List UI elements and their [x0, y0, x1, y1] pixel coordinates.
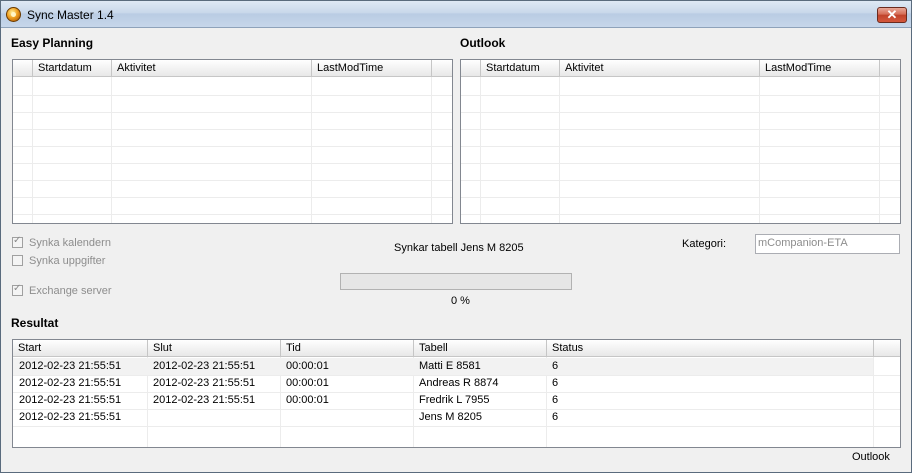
cell-tabell: Jens M 8205	[419, 411, 482, 423]
cell-start: 2012-02-23 21:55:51	[19, 377, 122, 389]
grid-line	[461, 163, 900, 164]
outlook-grid-header: Startdatum Aktivitet LastModTime	[461, 60, 900, 77]
cell-start: 2012-02-23 21:55:51	[19, 360, 122, 372]
footer-status-outlook: Outlook	[852, 451, 890, 463]
exchange-server-label: Exchange server	[29, 285, 112, 297]
title-bar[interactable]: Sync Master 1.4 ✕	[1, 1, 911, 28]
column-header-filler	[432, 60, 452, 77]
column-header-filler	[880, 60, 900, 77]
table-row[interactable]: 2012-02-23 21:55:51 2012-02-23 21:55:51 …	[13, 375, 873, 392]
grid-line	[13, 146, 452, 147]
grid-line	[13, 112, 452, 113]
resultat-grid-header: Start Slut Tid Tabell Status	[13, 340, 900, 357]
synka-kalendern-label: Synka kalendern	[29, 237, 111, 249]
grid-line	[13, 163, 452, 164]
checkmark-icon: ✓	[13, 283, 22, 294]
sync-status-text: Synkar tabell Jens M 8205	[394, 242, 524, 254]
grid-line	[559, 77, 560, 223]
cell-tid	[280, 409, 413, 426]
exchange-server-checkbox[interactable]: ✓	[12, 283, 23, 296]
easy-planning-title: Easy Planning	[11, 36, 94, 50]
grid-line	[13, 426, 900, 427]
grid-line	[480, 77, 481, 223]
resultat-title: Resultat	[11, 316, 59, 330]
synka-uppgifter-checkbox[interactable]: ✓	[12, 255, 23, 266]
column-header-start[interactable]: Start	[13, 340, 148, 357]
grid-line	[32, 77, 33, 223]
column-header-tid[interactable]: Tid	[281, 340, 414, 357]
cell-tid: 00:00:01	[286, 394, 329, 406]
easy-planning-grid[interactable]: Startdatum Aktivitet LastModTime	[12, 59, 453, 224]
grid-line	[13, 197, 452, 198]
grid-line	[461, 197, 900, 198]
column-header-slut[interactable]: Slut	[148, 340, 281, 357]
sync-master-window: Sync Master 1.4 ✕ Easy Planning Startdat…	[0, 0, 912, 473]
cell-status: 6	[552, 360, 559, 372]
grid-line	[111, 77, 112, 223]
sync-progress-bar	[340, 273, 572, 290]
column-header-aktivitet[interactable]: Aktivitet	[112, 60, 312, 77]
column-header-selector[interactable]	[461, 60, 481, 77]
column-header-lastmodtime[interactable]: LastModTime	[760, 60, 880, 77]
cell-slut	[147, 409, 280, 426]
table-row[interactable]: 2012-02-23 21:55:51 2012-02-23 21:55:51 …	[13, 358, 873, 375]
cell-status: 6	[552, 394, 559, 406]
grid-line	[13, 129, 452, 130]
grid-line	[461, 146, 900, 147]
grid-line	[873, 357, 874, 447]
cell-slut: 2012-02-23 21:55:51	[153, 394, 256, 406]
column-header-status[interactable]: Status	[547, 340, 874, 357]
cell-tabell: Andreas R 8874	[419, 377, 499, 389]
column-header-aktivitet[interactable]: Aktivitet	[560, 60, 760, 77]
progress-percent-label: 0 %	[451, 295, 470, 307]
column-header-filler	[874, 340, 900, 357]
table-row[interactable]: 2012-02-23 21:55:51 Jens M 8205 6	[13, 409, 873, 426]
grid-line	[461, 112, 900, 113]
easy-planning-grid-header: Startdatum Aktivitet LastModTime	[13, 60, 452, 77]
grid-line	[461, 180, 900, 181]
column-header-startdatum[interactable]: Startdatum	[481, 60, 560, 77]
column-header-startdatum[interactable]: Startdatum	[33, 60, 112, 77]
column-header-selector[interactable]	[13, 60, 33, 77]
kategori-label: Kategori:	[682, 238, 727, 250]
grid-line	[311, 77, 312, 223]
cell-tid: 00:00:01	[286, 360, 329, 372]
close-button[interactable]: ✕	[877, 7, 907, 23]
outlook-title: Outlook	[460, 36, 506, 50]
column-header-tabell[interactable]: Tabell	[414, 340, 547, 357]
grid-line	[879, 77, 880, 223]
grid-line	[431, 77, 432, 223]
outlook-grid[interactable]: Startdatum Aktivitet LastModTime	[460, 59, 901, 224]
cell-status: 6	[552, 411, 559, 423]
window-title: Sync Master 1.4	[27, 8, 114, 22]
column-header-lastmodtime[interactable]: LastModTime	[312, 60, 432, 77]
cell-status: 6	[552, 377, 559, 389]
grid-line	[13, 214, 452, 215]
cell-tid: 00:00:01	[286, 377, 329, 389]
grid-line	[759, 77, 760, 223]
cell-start: 2012-02-23 21:55:51	[19, 411, 122, 423]
checkmark-icon: ✓	[13, 235, 22, 246]
grid-line	[461, 129, 900, 130]
grid-line	[13, 180, 452, 181]
synka-uppgifter-label: Synka uppgifter	[29, 255, 106, 267]
grid-line	[13, 95, 452, 96]
grid-line	[461, 214, 900, 215]
kategori-input[interactable]: mCompanion-ETA	[755, 234, 900, 254]
grid-line	[461, 95, 900, 96]
table-row[interactable]: 2012-02-23 21:55:51 2012-02-23 21:55:51 …	[13, 392, 873, 409]
app-icon	[6, 7, 21, 22]
cell-tabell: Fredrik L 7955	[419, 394, 490, 406]
cell-start: 2012-02-23 21:55:51	[19, 394, 122, 406]
resultat-grid[interactable]: Start Slut Tid Tabell Status 2012-02-23 …	[12, 339, 901, 448]
cell-tabell: Matti E 8581	[419, 360, 481, 372]
cell-slut: 2012-02-23 21:55:51	[153, 360, 256, 372]
cell-slut: 2012-02-23 21:55:51	[153, 377, 256, 389]
synka-kalendern-checkbox[interactable]: ✓	[12, 235, 23, 248]
